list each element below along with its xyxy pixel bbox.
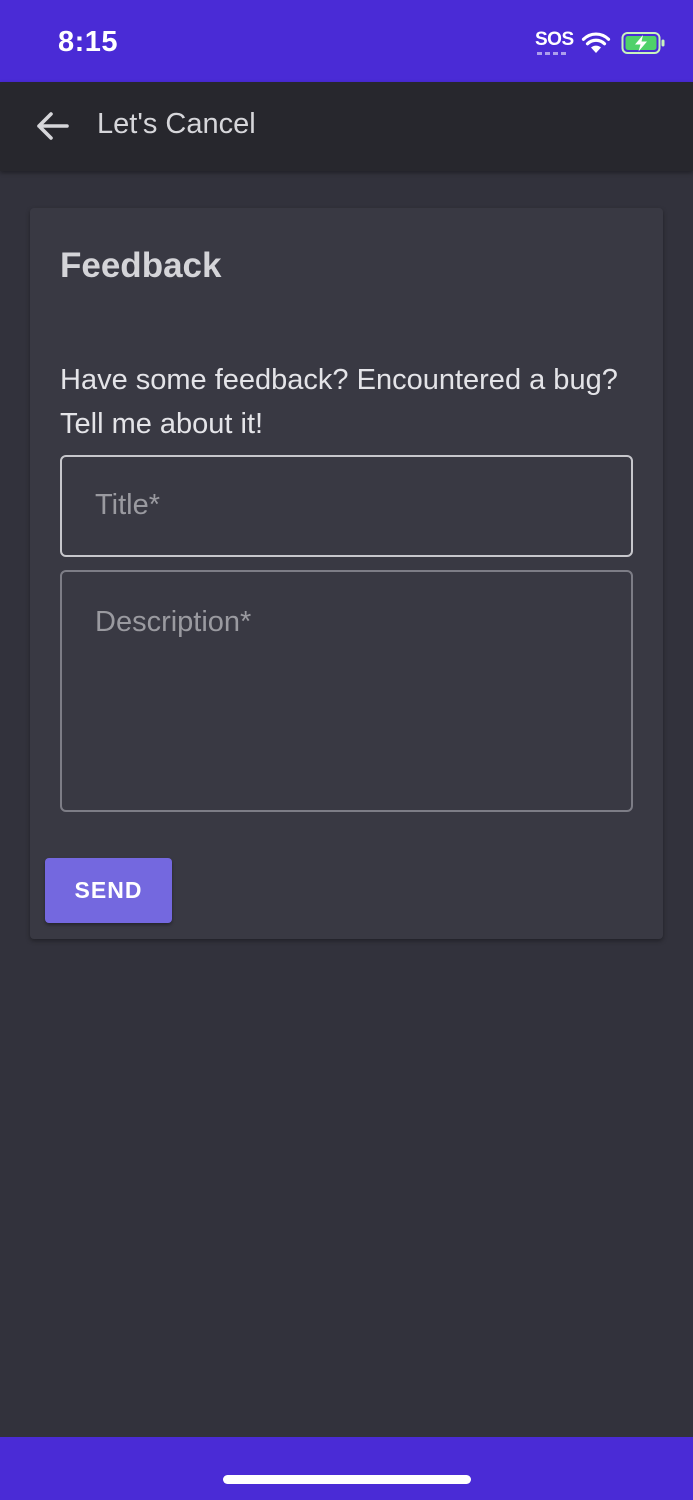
arrow-left-icon [37,112,69,140]
status-bar: 8:15 SOS [0,0,693,82]
feedback-description: Have some feedback? Encountered a bug? T… [60,364,618,440]
sos-icon: SOS [535,29,574,57]
feedback-title: Feedback [60,246,222,285]
status-icons: SOS [535,28,667,58]
battery-charging-icon [621,32,665,54]
status-time: 8:15 [58,26,119,58]
title-field[interactable]: Title* [60,455,633,557]
app-title: Let's Cancel [97,108,256,140]
home-indicator[interactable] [223,1475,471,1484]
send-button[interactable]: SEND [45,858,172,923]
nav-bar [0,1437,693,1500]
wifi-icon [581,32,611,53]
sos-label: SOS [535,29,574,50]
back-button[interactable] [30,104,74,148]
description-field[interactable]: Description* [60,570,633,812]
title-field-label: Title* [95,489,160,521]
app-bar: Let's Cancel [0,82,693,171]
feedback-card: Feedback Have some feedback? Encountered… [30,208,663,939]
description-field-label: Description* [95,606,252,638]
